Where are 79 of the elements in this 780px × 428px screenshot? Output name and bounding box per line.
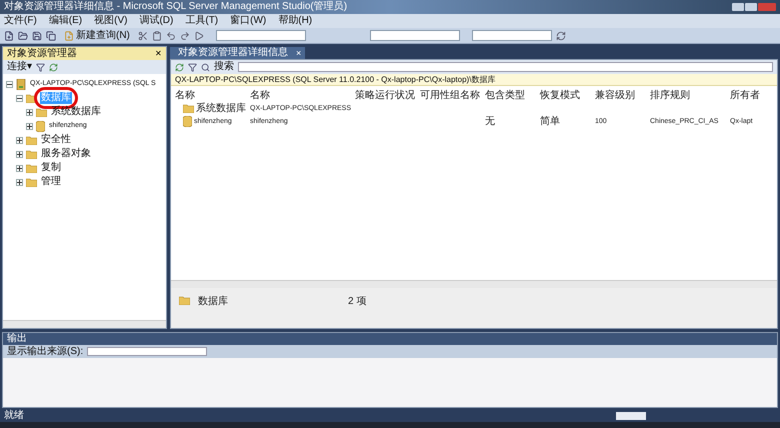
scrollbar[interactable] [171, 280, 777, 288]
folder-icon [26, 164, 37, 172]
filter-icon[interactable] [188, 62, 197, 72]
search-field[interactable] [238, 62, 773, 72]
column-header[interactable]: 可用性组名称 [420, 90, 485, 102]
folder-icon [36, 108, 47, 116]
column-header[interactable]: 包含类型 [485, 90, 540, 102]
filter-icon[interactable] [36, 62, 45, 72]
output-source-label: 显示输出来源(S): [7, 346, 84, 358]
dropdown-field[interactable] [216, 30, 306, 41]
toolbar-icon[interactable] [32, 30, 42, 40]
folder-icon [183, 104, 194, 113]
search-label: 搜索 [214, 61, 234, 73]
column-header[interactable]: 恢复模式 [540, 90, 595, 102]
folder-icon [26, 150, 37, 158]
menu-item[interactable]: 调试(D) [139, 15, 174, 27]
dropdown-field[interactable] [370, 30, 460, 41]
toolbar-icon[interactable] [194, 30, 204, 40]
expand-toggle[interactable] [26, 122, 33, 130]
collapse-toggle[interactable] [16, 94, 23, 102]
column-header[interactable]: 兼容级别 [595, 90, 650, 102]
tree-item[interactable]: 系统数据库 [50, 106, 102, 118]
folder-icon [26, 136, 37, 144]
close-button[interactable]: ✕ [155, 50, 162, 58]
database-icon [183, 116, 192, 127]
status-text: 就绪 [4, 410, 24, 422]
scrollbar[interactable] [3, 320, 166, 328]
column-header[interactable]: 名称 [175, 90, 250, 102]
window-title: 对象资源管理器详细信息 - Microsoft SQL Server Management Studio(管理员) [4, 1, 348, 13]
menu-item[interactable]: 视图(V) [94, 15, 128, 27]
tab[interactable]: 对象资源管理器详细信息 [170, 47, 296, 59]
connect-button[interactable]: 连接▾ [7, 61, 32, 73]
panel-title: 对象资源管理器 [7, 48, 77, 60]
column-header[interactable]: 排序规则 [650, 90, 730, 102]
expand-toggle[interactable] [16, 136, 23, 144]
table-cell: 无 [485, 116, 495, 127]
path-text: QX-LAPTOP-PC\SQLEXPRESS (SQL Server 11.0.2100 - Qx-laptop-PC\Qx-laptop)\数据库 [175, 74, 496, 84]
table-cell: 系统数据库 [196, 103, 246, 114]
menu-item[interactable]: 文件(F) [4, 15, 37, 27]
summary-count: 2 项 [348, 296, 366, 308]
database-icon [36, 120, 45, 132]
menu-item[interactable]: 窗口(W) [230, 15, 266, 27]
collapse-toggle[interactable] [6, 80, 13, 88]
column-header[interactable]: 策略运行状况 [355, 90, 420, 102]
toolbar-icon[interactable] [180, 30, 190, 40]
new-query-button[interactable]: 新建查询(N) [60, 30, 134, 42]
toolbar-icon[interactable] [166, 30, 176, 40]
expand-toggle[interactable] [16, 150, 23, 158]
search-icon[interactable] [201, 62, 210, 72]
column-header[interactable]: 名称 [250, 90, 355, 102]
tree-item[interactable]: 管理 [40, 176, 62, 188]
toolbar-icon[interactable] [46, 30, 56, 40]
column-header[interactable]: 所有者 [730, 90, 780, 102]
toolbar-icon[interactable] [138, 30, 148, 40]
new-file-icon [64, 30, 74, 40]
toolbar-icon[interactable] [4, 30, 14, 40]
output-source-dropdown[interactable] [87, 347, 208, 356]
panel-title: 输出 [7, 333, 27, 345]
menu-item[interactable]: 编辑(E) [48, 15, 82, 27]
toolbar-icon[interactable] [152, 30, 162, 40]
menu-item[interactable]: 帮助(H) [278, 15, 312, 27]
tree-item[interactable]: 服务器对象 [40, 148, 92, 160]
tree-item[interactable]: 安全性 [40, 134, 72, 146]
expand-toggle[interactable] [16, 178, 23, 186]
refresh-icon[interactable] [49, 62, 58, 72]
toolbar-icon[interactable] [18, 30, 28, 40]
expand-toggle[interactable] [26, 108, 33, 116]
refresh-icon[interactable] [556, 30, 566, 40]
menu-item[interactable]: 工具(T) [185, 15, 218, 27]
database-dropdown[interactable] [472, 30, 552, 41]
summary-label: 数据库 [198, 296, 229, 308]
folder-icon [179, 296, 190, 305]
tab-close-button[interactable]: × [296, 47, 306, 59]
server-icon [16, 78, 26, 90]
refresh-icon[interactable] [175, 62, 184, 72]
tree-item[interactable]: 复制 [40, 162, 62, 174]
folder-icon [26, 178, 37, 186]
table-cell: 简单 [540, 116, 560, 127]
expand-toggle[interactable] [16, 164, 23, 172]
